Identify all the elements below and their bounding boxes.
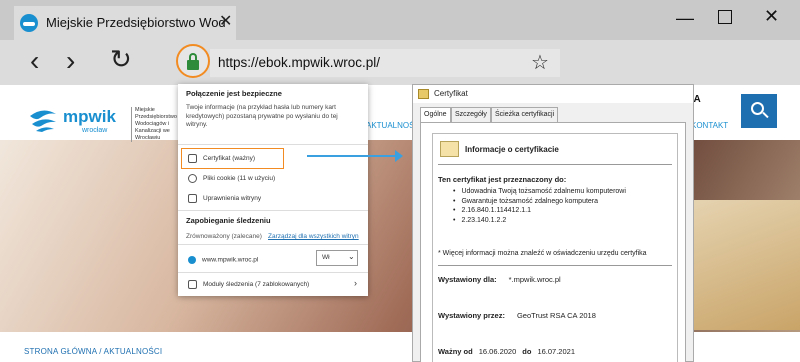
tracking-modules-row[interactable]: Moduły śledzenia (7 zablokowanych): [188, 280, 309, 289]
certificate-info-icon: [440, 141, 459, 157]
tracking-select[interactable]: Wł ⌄: [316, 250, 358, 266]
lock-icon: [187, 60, 199, 70]
cookie-icon: [188, 174, 197, 183]
favorite-star-icon[interactable]: ☆: [531, 50, 549, 75]
site-search-button[interactable]: [741, 94, 777, 128]
mpwik-logo-icon: [30, 110, 56, 132]
valid-to-value: 16.07.2021: [537, 347, 575, 356]
chevron-down-icon: ⌄: [348, 252, 355, 261]
issued-to-label: Wystawiony dla:: [438, 275, 497, 284]
tab-details[interactable]: Szczegóły: [451, 107, 491, 123]
certificate-label: Certyfikat (ważny): [203, 155, 256, 163]
tab-title: Miejskie Przedsiębiorstwo Wod: [46, 15, 226, 30]
site-label: www.mpwik.wroc.pl: [202, 256, 259, 264]
site-favicon-icon: [188, 256, 196, 264]
list-item: 2.23.140.1.2.2: [453, 216, 626, 226]
minimize-icon[interactable]: —: [676, 8, 694, 29]
tab-bar: Miejskie Przedsiębiorstwo Wod ✕ — ✕: [0, 0, 800, 40]
divider: [178, 272, 368, 273]
reload-icon[interactable]: ↻: [110, 44, 132, 75]
tracking-title: Zapobieganie śledzeniu: [186, 216, 271, 225]
issued-to-row: Wystawiony dla: *.mpwik.wroc.pl: [438, 275, 561, 284]
divider: [178, 210, 368, 211]
certificate-info-box: Informacje o certyfikacie Ten certyfikat…: [432, 133, 678, 362]
site-tracking-row: www.mpwik.wroc.pl: [188, 256, 258, 264]
certificate-row[interactable]: Certyfikat (ważny): [188, 154, 255, 163]
back-icon[interactable]: ‹: [30, 45, 39, 77]
site-logo-name[interactable]: mpwik: [63, 107, 116, 127]
tracking-manage-link[interactable]: Zarządzaj dla wszystkich witryn: [268, 233, 359, 240]
certificate-icon: [188, 154, 197, 163]
permissions-icon: [188, 194, 197, 203]
valid-from-label: Ważny od: [438, 347, 473, 356]
cookies-row[interactable]: Pliki cookie (11 w użyciu): [188, 174, 275, 183]
site-info-button[interactable]: [176, 44, 210, 78]
arrow-head-icon: [395, 150, 403, 162]
site-favicon-icon: [20, 14, 38, 32]
issued-by-value: GeoTrust RSA CA 2018: [516, 311, 596, 320]
tracking-select-value: Wł: [322, 254, 330, 261]
site-info-popup: Połączenie jest bezpieczne Twoje informa…: [178, 84, 368, 296]
breadcrumb[interactable]: STRONA GŁÓWNA / AKTUALNOŚCI: [24, 347, 162, 356]
chevron-right-icon: ›: [354, 278, 357, 288]
certificate-purpose-list: Udowadnia Twoją tożsamość zdalnemu kompu…: [453, 187, 626, 226]
tab-certification-path[interactable]: Ścieżka certyfikacji: [491, 107, 559, 123]
cookies-label: Pliki cookie (11 w użyciu): [203, 175, 276, 183]
certificate-panel: Informacje o certyfikacie Ten certyfikat…: [420, 122, 686, 362]
certificate-window: Certyfikat Ogólne Szczegóły Ścieżka cert…: [412, 84, 694, 362]
divider: [438, 265, 672, 266]
close-window-icon[interactable]: ✕: [764, 6, 779, 27]
divider: [438, 164, 672, 165]
list-item: Gwarantuje tożsamość zdalnego komputera: [453, 197, 626, 207]
forward-icon[interactable]: ›: [66, 45, 75, 77]
tab-close-icon[interactable]: ✕: [219, 11, 232, 31]
list-item: Udowadnia Twoją tożsamość zdalnemu kompu…: [453, 187, 625, 197]
issued-by-label: Wystawiony przez:: [438, 311, 505, 320]
valid-to-label: do: [522, 347, 532, 356]
permissions-label: Uprawnienia witryny: [203, 195, 262, 203]
site-logo-description: Miejskie Przedsiębiorstwo Wodociągów i K…: [131, 107, 181, 142]
maximize-icon[interactable]: [718, 10, 732, 24]
list-item: 2.16.840.1.114412.1.1: [453, 206, 626, 216]
popup-description: Twoje informacje (na przykład hasła lub …: [186, 104, 338, 128]
browser-tab[interactable]: Miejskie Przedsiębiorstwo Wod ✕: [14, 6, 236, 40]
issued-to-value: *.mpwik.wroc.pl: [508, 275, 561, 284]
site-logo-city: wrocław: [82, 127, 108, 134]
tracker-icon: [188, 280, 197, 289]
search-icon-handle: [762, 111, 769, 119]
certificate-note: * Więcej informacji można znaleźć w oświ…: [438, 250, 647, 257]
certificate-window-title: Certyfikat: [434, 89, 468, 98]
issued-by-row: Wystawiony przez: GeoTrust RSA CA 2018: [438, 311, 596, 320]
connector-arrow: [307, 155, 397, 157]
modules-label: Moduły śledzenia (7 zablokowanych): [203, 281, 310, 289]
popup-title: Połączenie jest bezpieczne: [186, 89, 282, 98]
certificate-purpose-title: Ten certyfikat jest przeznaczony do:: [438, 175, 567, 184]
divider: [178, 244, 368, 245]
divider: [178, 144, 368, 145]
permissions-row[interactable]: Uprawnienia witryny: [188, 194, 261, 203]
browser-toolbar: ‹ › ↻: [0, 40, 800, 85]
menu-contact[interactable]: KONTAKT: [691, 121, 728, 130]
certificate-info-title: Informacje o certyfikacie: [465, 145, 559, 154]
certificate-titlebar: Certyfikat: [413, 85, 693, 103]
url-text[interactable]: https://ebok.mpwik.wroc.pl/: [218, 55, 380, 70]
valid-from-value: 16.06.2020: [478, 347, 517, 356]
tracking-mode: Zrównoważony (zalecane): [186, 233, 262, 240]
certificate-icon: [418, 89, 429, 99]
validity-row: Ważny od 16.06.2020 do 16.07.2021: [438, 347, 575, 356]
